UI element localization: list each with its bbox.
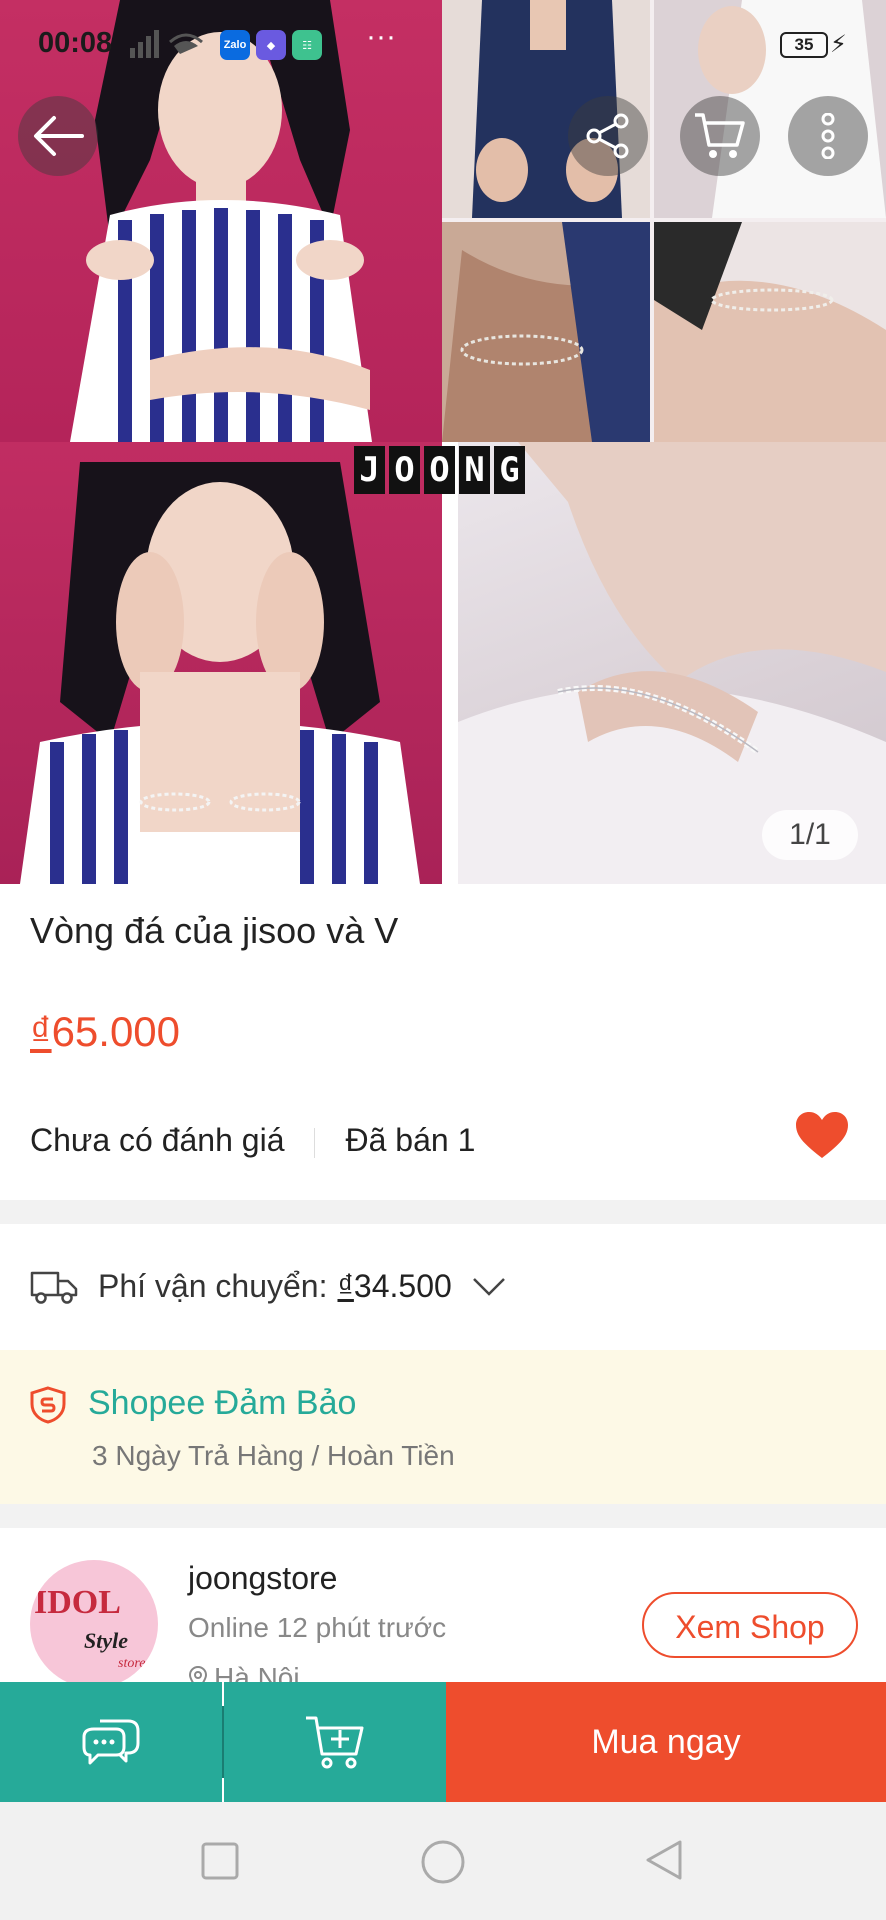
more-notifications-icon: ··· [366,20,396,53]
location-pin-icon [188,1666,208,1682]
avatar-logo-text: Style [84,1628,128,1653]
guarantee-title: Shopee Đảm Bảo [88,1384,357,1422]
brand-watermark: J O O N G [354,446,525,494]
guarantee-subtitle: 3 Ngày Trả Hàng / Hoàn Tiền [92,1440,455,1471]
section-divider [0,1504,886,1528]
cart-button[interactable] [680,96,760,176]
shop-name[interactable]: joongstore [188,1560,337,1597]
app-icon: ☷ [292,30,322,60]
view-shop-button[interactable]: Xem Shop [642,1592,858,1658]
watermark-letter: N [459,446,490,494]
home-button[interactable] [420,1839,466,1885]
chevron-down-icon [472,1277,505,1296]
shop-online-status: Online 12 phút trước [188,1612,447,1643]
bottom-action-bar: Mua ngay [0,1682,886,1802]
charging-icon: ⚡ [830,31,847,58]
currency-symbol: ₫ [30,1008,52,1055]
currency-symbol: ₫ [337,1268,354,1304]
image-pager: 1/1 [762,810,858,860]
recent-apps-button[interactable] [201,1842,241,1882]
shop-info: IDOL Style store joongstore Online 12 ph… [0,1528,886,1682]
back-nav-button[interactable] [644,1838,684,1882]
more-vertical-icon [821,113,835,159]
rating-text[interactable]: Chưa có đánh giá [30,1122,284,1158]
avatar-logo-text: store [118,1656,146,1671]
back-button[interactable] [18,96,98,176]
avatar-logo-text: IDOL [34,1584,121,1621]
favorite-button[interactable] [794,1110,850,1165]
back-arrow-icon [34,116,84,156]
divider [314,1127,316,1158]
app-icon: ◆ [256,30,286,60]
more-options-button[interactable] [788,96,868,176]
sold-count: Đã bán 1 [345,1122,476,1158]
chat-icon [82,1719,140,1765]
shipping-fee: ₫34.500 [337,1268,451,1305]
signal-icon [130,30,210,63]
product-image-gallery[interactable]: J O O N G 00:08 Zalo ◆ ☷ ··· 35 ⚡ 1/1 [0,0,886,884]
shipping-label: Phí vận chuyển: [98,1268,328,1304]
zalo-icon: Zalo [220,30,250,60]
add-cart-icon [306,1716,364,1769]
clock: 00:08 [38,27,113,59]
product-price: ₫65.000 [30,1008,180,1056]
share-icon [586,113,629,159]
share-button[interactable] [568,96,648,176]
watermark-letter: O [424,446,455,494]
truck-icon [30,1271,78,1304]
add-to-cart-button[interactable] [224,1682,446,1802]
chat-button[interactable] [0,1682,222,1802]
section-divider [0,1200,886,1224]
buy-now-button[interactable]: Mua ngay [446,1682,886,1802]
product-photo-bottom-left [0,442,442,884]
shop-location-text: Hà Nội [214,1662,300,1682]
product-title: Vòng đá của jisoo và V [30,910,399,951]
shop-location: Hà Nội [188,1662,300,1682]
shipping-amount: 34.500 [353,1268,452,1304]
system-navigation-bar [0,1802,886,1920]
product-stats: Chưa có đánh giá Đã bán 1 [30,1122,475,1159]
battery-icon: 35 [780,32,828,58]
shop-avatar[interactable]: IDOL Style store [30,1560,158,1682]
shopee-guarantee-banner[interactable]: Shopee Đảm Bảo 3 Ngày Trả Hàng / Hoàn Ti… [0,1350,886,1504]
shield-icon [30,1386,66,1424]
price-value: 65.000 [51,1008,181,1055]
heart-icon [796,1112,848,1158]
shipping-fee-row[interactable]: Phí vận chuyển: ₫34.500 [30,1268,506,1305]
cart-icon [695,113,745,158]
notification-apps: Zalo ◆ ☷ [220,30,322,60]
watermark-letter: G [494,446,525,494]
watermark-letter: J [354,446,385,494]
watermark-letter: O [389,446,420,494]
status-bar: 00:08 Zalo ◆ ☷ ··· 35 ⚡ [0,0,886,86]
